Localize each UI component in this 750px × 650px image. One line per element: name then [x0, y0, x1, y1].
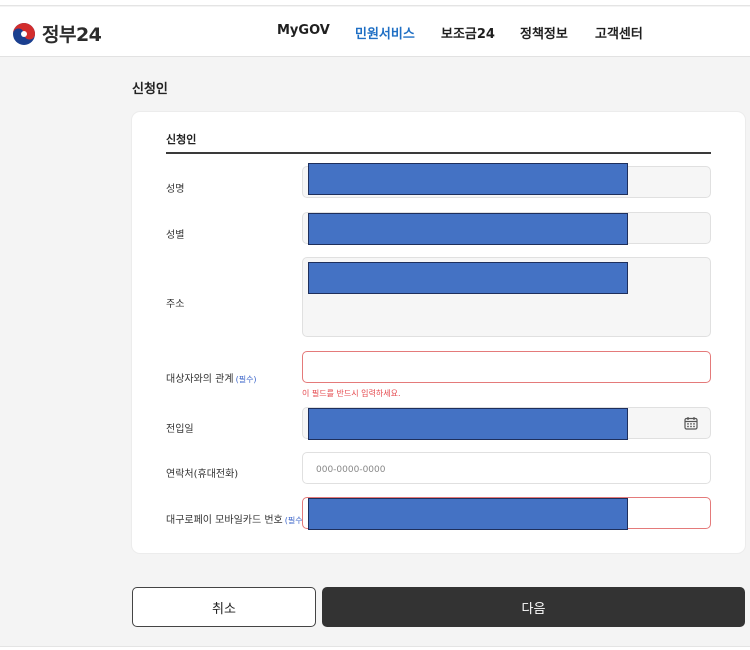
- nav-item-policy[interactable]: 정책정보: [520, 23, 568, 42]
- redacted-block: [308, 498, 628, 530]
- name-field: [302, 163, 711, 198]
- phone-input[interactable]: 000-0000-0000: [302, 452, 711, 484]
- relation-error-message: 이 필드를 반드시 입력하세요.: [302, 389, 401, 398]
- page-bottom-strip: [0, 646, 750, 650]
- nav-item-customer-center[interactable]: 고객센터: [595, 23, 643, 42]
- site-header: 정부24 MyGOV 민원서비스 보조금24 정책정보 고객센터: [0, 7, 750, 57]
- nav-item-civil-service[interactable]: 민원서비스: [355, 23, 415, 42]
- relation-label-text: 대상자와의 관계: [166, 374, 234, 385]
- gender-label: 성별: [166, 230, 185, 241]
- phone-placeholder: 000-0000-0000: [316, 465, 386, 475]
- nav-item-subsidy24[interactable]: 보조금24: [441, 23, 495, 42]
- browser-top-strip: [0, 0, 750, 6]
- address-label: 주소: [166, 299, 185, 310]
- cancel-button[interactable]: 취소: [132, 587, 316, 627]
- card-number-label-text: 대구로페이 모바일카드 번호: [166, 515, 283, 526]
- address-field: [302, 257, 711, 337]
- relation-input[interactable]: [302, 351, 711, 383]
- card-number-input[interactable]: [302, 497, 711, 530]
- name-label: 성명: [166, 184, 185, 195]
- applicant-form-card: 신청인 성명 성별 주소 대상자와의 관계 (필수) 이 필드를 반드시 입력하세…: [132, 112, 745, 553]
- move-in-date-label: 전입일: [166, 424, 194, 435]
- gender-field: [302, 212, 711, 245]
- move-in-date-field[interactable]: [302, 407, 711, 440]
- redacted-block: [308, 163, 628, 195]
- next-button[interactable]: 다음: [322, 587, 745, 627]
- card-title: 신청인: [166, 133, 197, 146]
- main-nav: MyGOV 민원서비스 보조금24 정책정보 고객센터: [0, 23, 750, 43]
- section-title: 신청인: [132, 82, 168, 97]
- nav-item-mygov[interactable]: MyGOV: [277, 23, 330, 38]
- relation-label: 대상자와의 관계 (필수): [166, 370, 257, 385]
- redacted-block: [308, 408, 628, 440]
- required-mark: (필수): [235, 375, 257, 384]
- calendar-icon[interactable]: [684, 416, 698, 430]
- card-number-label: 대구로페이 모바일카드 번호 (필수): [166, 511, 306, 526]
- phone-label: 연락처(휴대전화): [166, 469, 239, 480]
- redacted-block: [308, 213, 628, 245]
- title-divider: [166, 152, 711, 154]
- redacted-block: [308, 262, 628, 294]
